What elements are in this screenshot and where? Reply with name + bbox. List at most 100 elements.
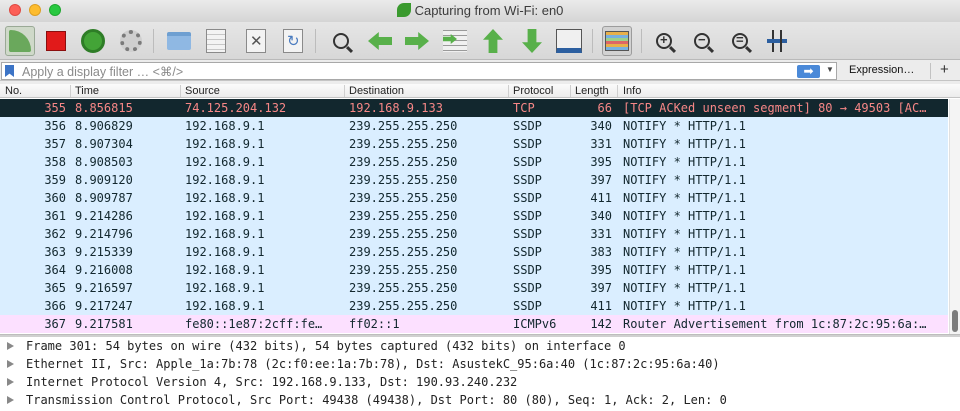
save-file-button[interactable] [200,25,232,57]
packet-row[interactable]: 364 9.216008 192.168.9.1 239.255.255.250 SSD… [0,261,948,279]
packet-row[interactable]: 367 9.217581 fe80::1e87:2cff:fe… ff02::1 ICM… [0,315,948,333]
packet-cell-dst: 239.255.255.250 [349,209,458,223]
filter-history-dropdown[interactable]: ▼ [826,65,834,74]
packet-cell-len: 66 [597,101,612,115]
packet-cell-len: 395 [590,155,612,169]
go-to-packet-button[interactable] [439,25,471,57]
packet-row[interactable]: 357 8.907304 192.168.9.1 239.255.255.250 SSD… [0,135,948,153]
packet-list[interactable]: No. Time Source Destination Protocol Len… [0,84,960,334]
reload-file-button[interactable] [277,25,309,57]
expand-triangle-icon[interactable] [7,342,14,350]
open-file-icon [167,32,191,50]
reload-file-icon [283,29,303,53]
packet-row[interactable]: 355 8.856815 74.125.204.132 192.168.9.133 TC… [0,99,948,117]
packet-row[interactable]: 363 9.215339 192.168.9.1 239.255.255.250 SSD… [0,243,948,261]
detail-row-frame[interactable]: Frame 301: 54 bytes on wire (432 bits), … [0,337,960,355]
packet-cell-src: 192.168.9.1 [185,227,265,241]
close-file-button[interactable] [240,25,272,57]
go-first-packet-icon [483,29,503,53]
column-header-source[interactable]: Source [185,85,220,97]
packet-cell-time: 9.216008 [75,263,133,277]
packet-cell-time: 9.214796 [75,227,133,241]
detail-row-ethernet[interactable]: Ethernet II, Src: Apple_1a:7b:78 (2c:f0:… [0,355,960,373]
packet-cell-len: 331 [590,137,612,151]
start-capture-button[interactable] [4,25,36,57]
auto-scroll-button[interactable] [553,25,585,57]
packet-cell-time: 8.908503 [75,155,133,169]
toolbar-separator [153,29,154,53]
packet-row[interactable]: 358 8.908503 192.168.9.1 239.255.255.250 SSD… [0,153,948,171]
packet-row[interactable]: 356 8.906829 192.168.9.1 239.255.255.250 SSD… [0,117,948,135]
toolbar-separator [592,29,593,53]
packet-list-scroll-thumb[interactable] [952,310,958,332]
arrow-right-icon: ➡ [803,64,814,78]
display-filter-bar: Apply a display filter … <⌘/> ➡ ▼ Expres… [0,61,960,81]
capture-options-button[interactable] [115,25,147,57]
column-header-time[interactable]: Time [75,85,99,97]
packet-cell-time: 9.217581 [75,317,133,331]
packet-cell-dst: 192.168.9.133 [349,101,443,115]
zoom-in-button[interactable] [648,25,680,57]
packet-row[interactable]: 359 8.909120 192.168.9.1 239.255.255.250 SSD… [0,171,948,189]
packet-cell-len: 383 [590,245,612,259]
go-back-button[interactable] [364,25,396,57]
packet-row[interactable]: 365 9.216597 192.168.9.1 239.255.255.250 SSD… [0,279,948,297]
packet-row[interactable]: 361 9.214286 192.168.9.1 239.255.255.250 SSD… [0,207,948,225]
packet-cell-src: 192.168.9.1 [185,245,265,259]
resize-columns-button[interactable] [761,25,793,57]
go-first-packet-button[interactable] [477,25,509,57]
resize-columns-icon [767,30,787,52]
add-filter-button[interactable]: + [940,61,949,78]
column-header-info[interactable]: Info [623,85,641,97]
column-header-protocol[interactable]: Protocol [513,85,553,97]
restart-capture-icon [81,29,105,53]
packet-row[interactable]: 366 9.217247 192.168.9.1 239.255.255.250 SSD… [0,297,948,315]
detail-row-tcp[interactable]: Transmission Control Protocol, Src Port:… [0,391,960,409]
colorize-button[interactable] [601,25,633,57]
expand-triangle-icon[interactable] [7,378,14,386]
column-header-no[interactable]: No. [5,85,22,97]
bookmark-icon[interactable] [5,65,14,77]
toolbar-separator [315,29,316,53]
packet-cell-info: NOTIFY * HTTP/1.1 [623,227,746,241]
packet-cell-dst: 239.255.255.250 [349,245,458,259]
column-header-length[interactable]: Length [575,85,609,97]
packet-cell-time: 9.214286 [75,209,133,223]
packet-row[interactable]: 362 9.214796 192.168.9.1 239.255.255.250 SSD… [0,225,948,243]
go-forward-button[interactable] [401,25,433,57]
packet-cell-src: fe80::1e87:2cff:fe… [185,317,323,331]
zoom-out-icon [694,32,710,49]
packet-cell-info: NOTIFY * HTTP/1.1 [623,137,746,151]
apply-filter-button[interactable]: ➡ [797,65,820,78]
detail-row-ipv4[interactable]: Internet Protocol Version 4, Src: 192.16… [0,373,960,391]
packet-cell-proto: ICMPv6 [513,317,557,331]
restart-capture-button[interactable] [77,25,109,57]
open-file-button[interactable] [163,25,195,57]
normal-size-button[interactable] [724,25,756,57]
expand-triangle-icon[interactable] [7,360,14,368]
packet-cell-no: 355 [44,101,66,115]
packet-cell-time: 8.856815 [75,101,133,115]
window-title: Capturing from Wi-Fi: en0 [414,3,564,18]
packet-cell-dst: 239.255.255.250 [349,191,458,205]
packet-cell-len: 395 [590,263,612,277]
packet-cell-src: 192.168.9.1 [185,263,265,277]
packet-details: Frame 301: 54 bytes on wire (432 bits), … [0,337,960,411]
column-header-destination[interactable]: Destination [349,85,404,97]
packet-cell-dst: 239.255.255.250 [349,173,458,187]
go-last-packet-icon [522,29,542,53]
zoom-out-button[interactable] [686,25,718,57]
go-last-packet-button[interactable] [516,25,548,57]
display-filter-input[interactable]: Apply a display filter … <⌘/> ➡ ▼ [1,62,837,80]
stop-capture-button[interactable] [40,25,72,57]
packet-cell-src: 192.168.9.1 [185,191,265,205]
packet-cell-dst: 239.255.255.250 [349,155,458,169]
packet-list-scrollbar[interactable] [949,99,960,334]
packet-cell-time: 8.909120 [75,173,133,187]
toolbar-separator [641,29,642,53]
find-packet-button[interactable] [325,25,357,57]
window-title-area: Capturing from Wi-Fi: en0 [0,3,960,18]
expression-button[interactable]: Expression… [849,64,914,76]
expand-triangle-icon[interactable] [7,396,14,404]
packet-row[interactable]: 360 8.909787 192.168.9.1 239.255.255.250 SSD… [0,189,948,207]
